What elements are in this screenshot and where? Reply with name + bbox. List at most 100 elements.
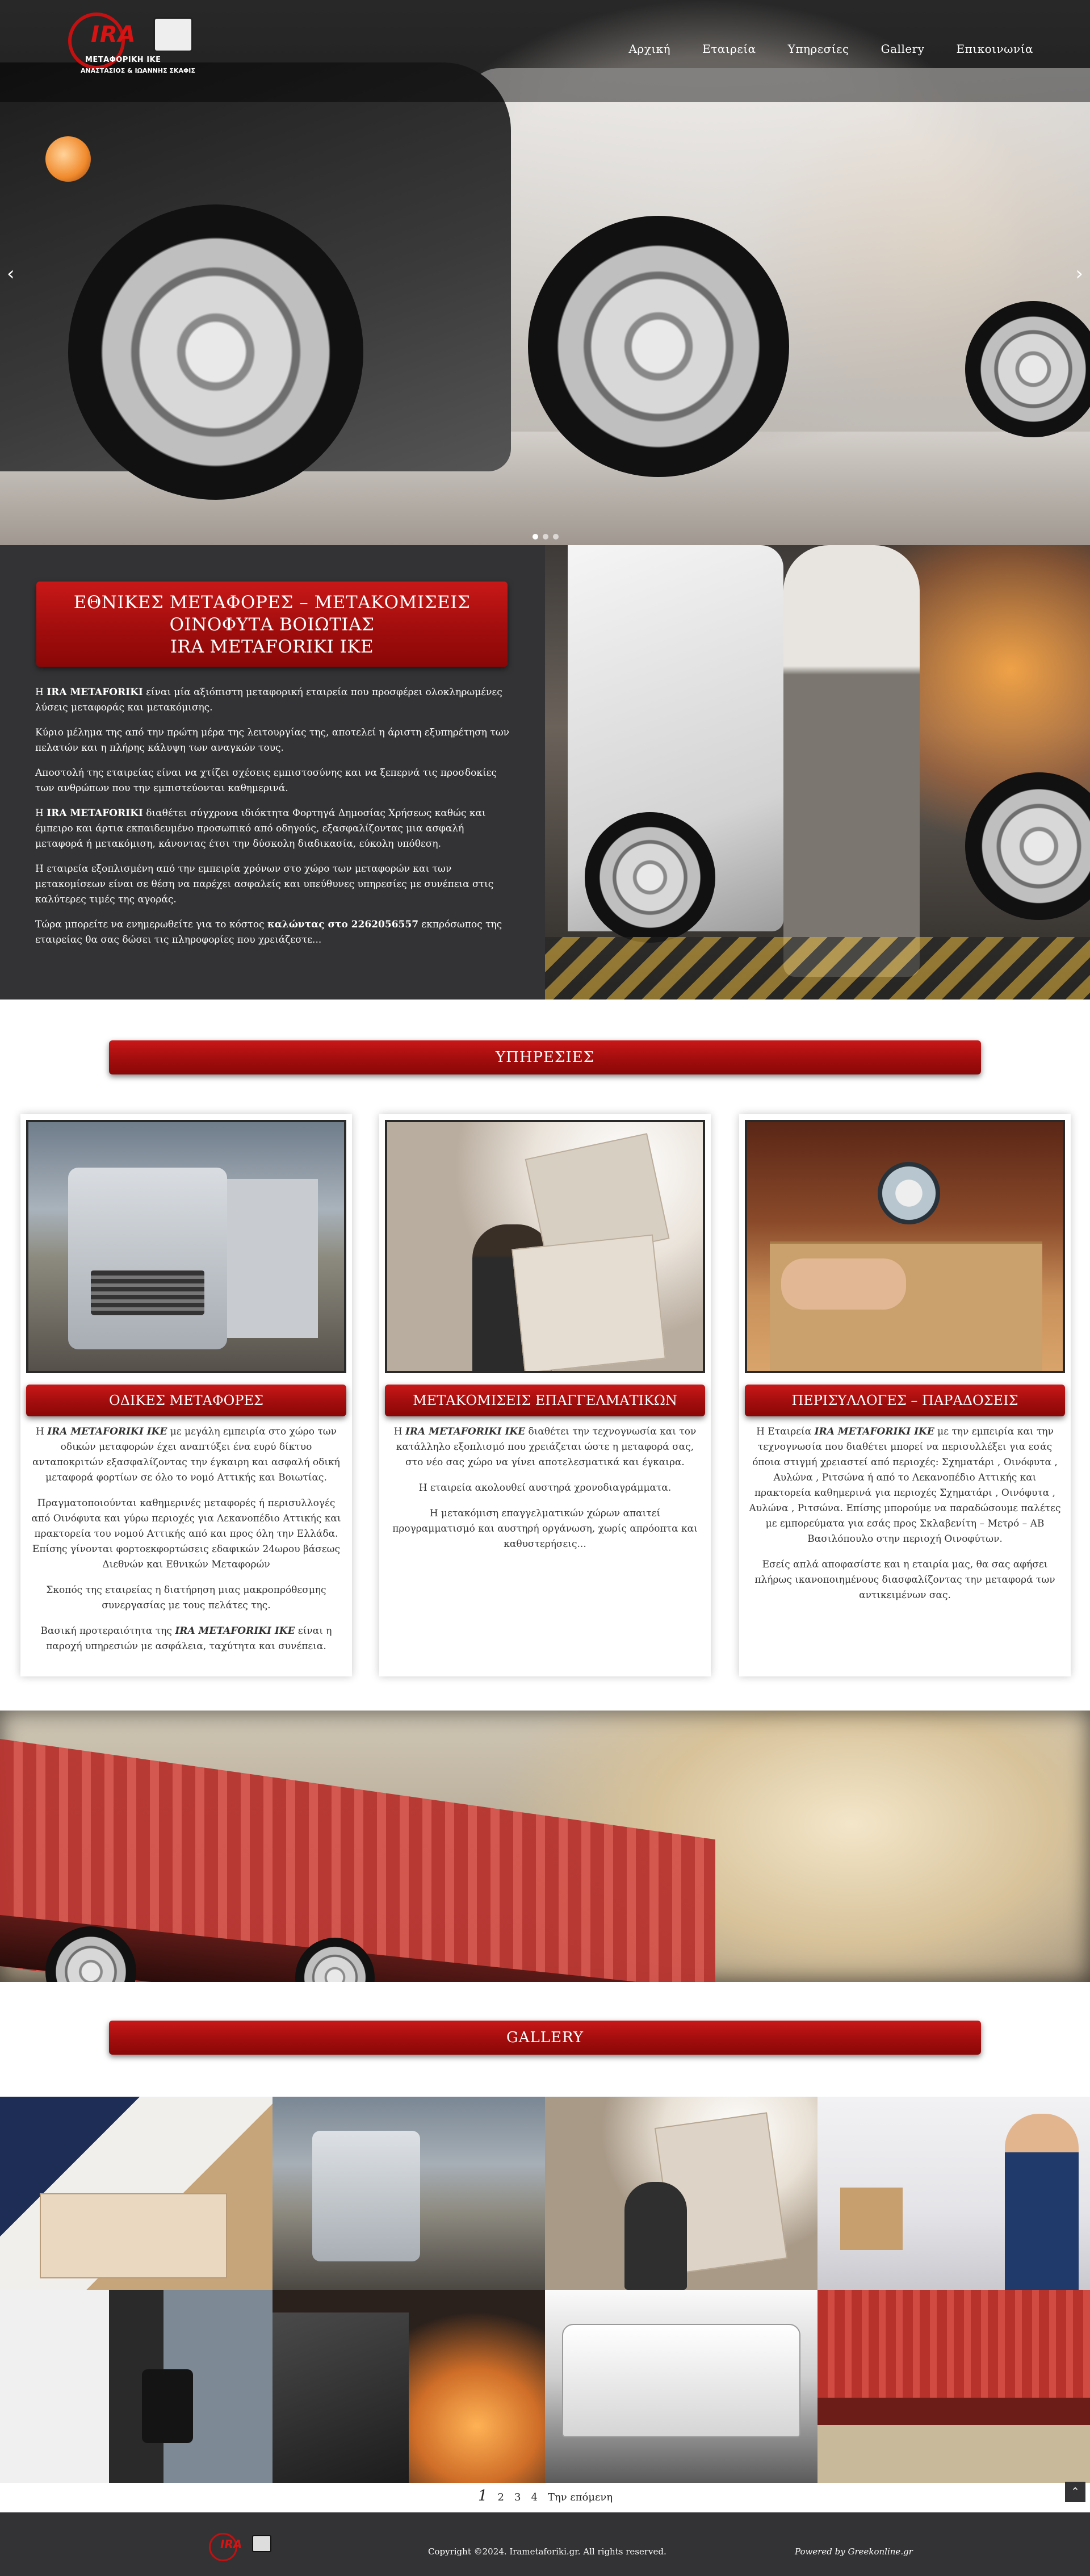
nav-item-home[interactable]: Αρχική <box>629 42 671 56</box>
service-card: ΠΕΡΙΣΥΛΛΟΓΕΣ – ΠΑΡΑΔΟΣΕΙΣ Η Εταιρεία IRA… <box>739 1114 1071 1676</box>
about-title: ΕΘΝΙΚΕΣ ΜΕΤΑΦΟΡΕΣ – ΜΕΤΑΚΟΜΙΣΕΙΣ ΟΙΝΟΦΥΤ… <box>36 582 508 667</box>
about-photo-driver <box>783 545 920 977</box>
hero-lamp <box>45 136 91 182</box>
copyright: Copyright ©2024. Irametaforiki.gr. All r… <box>428 2546 666 2557</box>
service-paragraph: Η Εταιρεία IRA METAFORIKI IKE με την εμπ… <box>749 1426 1061 1545</box>
service-text: Η IRA METAFORIKI IKE με μεγάλη εμπειρία … <box>28 1424 344 1665</box>
page-current: 1 <box>478 2487 488 2504</box>
tape-dispenser-icon <box>878 1162 940 1224</box>
nav-item-gallery[interactable]: Gallery <box>881 42 925 56</box>
about-panel: ΕΘΝΙΚΕΣ ΜΕΤΑΦΟΡΕΣ – ΜΕΤΑΚΟΜΙΣΕΙΣ ΟΙΝΟΦΥΤ… <box>0 545 545 1000</box>
gallery-item[interactable] <box>545 2097 818 2290</box>
service-paragraph: Εσείς απλά αποφασίστε και η εταιρία μας,… <box>754 1559 1055 1601</box>
service-text: Η Εταιρεία IRA METAFORIKI IKE με την εμπ… <box>747 1424 1063 1613</box>
service-photo-hand <box>781 1258 906 1310</box>
site-footer: IRA Copyright ©2024. Irametaforiki.gr. A… <box>0 2512 1090 2576</box>
nav-item-company[interactable]: Εταιρεία <box>702 42 756 56</box>
about-title-line: ΕΘΝΙΚΕΣ ΜΕΤΑΦΟΡΕΣ – ΜΕΤΑΚΟΜΙΣΕΙΣ <box>73 592 471 613</box>
gallery-photo-container <box>818 2290 1090 2398</box>
nav-item-contact[interactable]: Επικοινωνία <box>957 42 1033 56</box>
gallery-item[interactable] <box>272 2290 545 2483</box>
service-paragraph: Η εταιρεία ακολουθεί αυστηρά χρονοδιαγρά… <box>418 1482 672 1494</box>
slider-dot[interactable] <box>553 534 559 540</box>
hero-slider: IRA ΜΕΤΑΦΟΡΙΚΗ ΙΚΕ ΑΝΑΣΤΑΣΙΟΣ & ΙΩΑΝΝΗΣ … <box>0 0 1090 545</box>
site-logo[interactable]: IRA ΜΕΤΑΦΟΡΙΚΗ ΙΚΕ ΑΝΑΣΤΑΣΙΟΣ & ΙΩΑΝΝΗΣ … <box>68 12 195 92</box>
hero-wheel <box>528 216 789 477</box>
about-section: ΕΘΝΙΚΕΣ ΜΕΤΑΦΟΡΕΣ – ΜΕΤΑΚΟΜΙΣΕΙΣ ΟΙΝΟΦΥΤ… <box>0 545 1090 1000</box>
service-paragraph: Η IRA METAFORIKI IKE με μεγάλη εμπειρία … <box>32 1426 340 1483</box>
service-label: ΟΔΙΚΕΣ ΜΕΤΑΦΟΡΕΣ <box>26 1385 346 1416</box>
slider-dots <box>533 534 559 540</box>
about-photo <box>545 545 1090 1000</box>
service-photo-box <box>512 1234 666 1371</box>
gallery-photo-truck <box>312 2131 420 2261</box>
phone-number: καλώντας στο 2262056557 <box>267 919 419 930</box>
chevron-left-icon[interactable]: ‹ <box>7 262 15 285</box>
about-title-line: ΟΙΝΟΦΥΤΑ ΒΟΙΩΤΙΑΣ <box>169 614 375 635</box>
truck-icon <box>153 17 193 52</box>
about-paragraph: Η IRA METAFORIKI διαθέτει σύγχρονα ιδιόκ… <box>35 808 486 850</box>
gallery-item[interactable] <box>0 2097 272 2290</box>
gallery-title: GALLERY <box>109 2021 981 2055</box>
gallery-item[interactable] <box>272 2097 545 2290</box>
logo-line2: ΑΝΑΣΤΑΣΙΟΣ & ΙΩΑΝΝΗΣ ΣΚΑΦΙΣ <box>81 67 195 74</box>
page-next[interactable]: Την επόμενη <box>548 2491 613 2503</box>
about-paragraph: Κύριο μέλημα της από την πρώτη μέρα της … <box>35 727 509 754</box>
chevron-right-icon[interactable]: › <box>1075 262 1083 285</box>
logo-brand: IRA <box>91 22 136 48</box>
service-photo <box>26 1120 346 1373</box>
service-paragraph: Η IRA METAFORIKI IKE διαθέτει την τεχνογ… <box>393 1426 697 1468</box>
service-photo <box>745 1120 1065 1373</box>
services-title: ΥΠΗΡΕΣΙΕΣ <box>109 1040 981 1074</box>
service-paragraph: Πραγματοποιούνται καθημερινές μεταφορές … <box>31 1498 341 1570</box>
service-card: ΜΕΤΑΚΟΜΙΣΕΙΣ ΕΠΑΓΓΕΛΜΑΤΙΚΩΝ ΧΩΡΩΝ Η IRA … <box>379 1114 711 1676</box>
hero-wheel <box>68 204 363 500</box>
gallery-photo-box <box>840 2188 903 2250</box>
gallery-item[interactable] <box>0 2290 272 2483</box>
gallery-photo-courier <box>1005 2114 1079 2290</box>
page-link[interactable]: 4 <box>531 2491 537 2503</box>
service-photo-grille <box>91 1270 204 1315</box>
service-photo <box>385 1120 705 1373</box>
parallax-banner <box>0 1711 1090 1982</box>
main-nav: Αρχική Εταιρεία Υπηρεσίες Gallery Επικοι… <box>597 42 1034 56</box>
logo-line1: ΜΕΤΑΦΟΡΙΚΗ ΙΚΕ <box>85 56 161 64</box>
about-text: Η IRA METAFORIKI είναι μία αξιόπιστη μετ… <box>35 685 512 948</box>
about-paragraph: Η εταιρεία εξοπλισμένη από την εμπειρία … <box>35 863 494 905</box>
slider-dot[interactable] <box>533 534 538 540</box>
about-paragraph: Η IRA METAFORIKI είναι μία αξιόπιστη μετ… <box>35 687 502 713</box>
footer-logo[interactable]: IRA <box>209 2533 271 2567</box>
service-paragraph: Βασική προτεραιότητα της IRA METAFORIKI … <box>40 1625 332 1652</box>
about-photo-wheel <box>585 812 715 943</box>
page-link[interactable]: 3 <box>514 2491 521 2503</box>
gallery-photo-trucks <box>562 2324 800 2437</box>
slider-dot[interactable] <box>543 534 548 540</box>
page-link[interactable]: 2 <box>498 2491 504 2503</box>
service-photo-truck <box>68 1168 227 1349</box>
service-paragraph: Σκοπός της εταιρείας η διατήρηση μιας μα… <box>46 1584 326 1611</box>
powered-by-link[interactable]: Powered by Greekonline.gr <box>795 2546 913 2557</box>
gallery-grid <box>0 2097 1090 2483</box>
gallery-photo-truck <box>272 2312 409 2483</box>
chevron-up-icon[interactable]: ⌃ <box>1065 2482 1085 2502</box>
truck-icon <box>252 2535 271 2552</box>
about-photo-wheel <box>965 772 1090 920</box>
about-photo-ground <box>545 937 1090 1000</box>
gallery-photo-mirror <box>142 2369 193 2443</box>
gallery-pagination: 1 2 3 4 Την επόμενη <box>478 2487 613 2504</box>
about-paragraph: Αποστολή της εταιρείας είναι να χτίζει σ… <box>35 767 497 794</box>
about-paragraph: Τώρα μπορείτε να ενημερωθείτε για το κόσ… <box>35 919 502 946</box>
gallery-photo-box <box>40 2193 227 2278</box>
gallery-photo-mover <box>624 2182 687 2290</box>
service-label: ΜΕΤΑΚΟΜΙΣΕΙΣ ΕΠΑΓΓΕΛΜΑΤΙΚΩΝ ΧΩΡΩΝ <box>385 1385 705 1440</box>
gallery-item[interactable] <box>818 2290 1090 2483</box>
service-label: ΠΕΡΙΣΥΛΛΟΓΕΣ – ΠΑΡΑΔΟΣΕΙΣ <box>745 1385 1065 1416</box>
gallery-item[interactable] <box>545 2290 818 2483</box>
service-text: Η IRA METAFORIKI IKE διαθέτει την τεχνογ… <box>387 1424 703 1562</box>
footer-logo-brand: IRA <box>220 2537 242 2551</box>
gallery-item[interactable] <box>818 2097 1090 2290</box>
about-title-line: IRA METAFORIKI IKE <box>170 637 374 657</box>
service-card: ΟΔΙΚΕΣ ΜΕΤΑΦΟΡΕΣ Η IRA METAFORIKI IKE με… <box>20 1114 352 1676</box>
nav-item-services[interactable]: Υπηρεσίες <box>788 42 849 56</box>
service-paragraph: Η μετακόμιση επαγγελματικών χώρων απαιτε… <box>392 1508 698 1550</box>
